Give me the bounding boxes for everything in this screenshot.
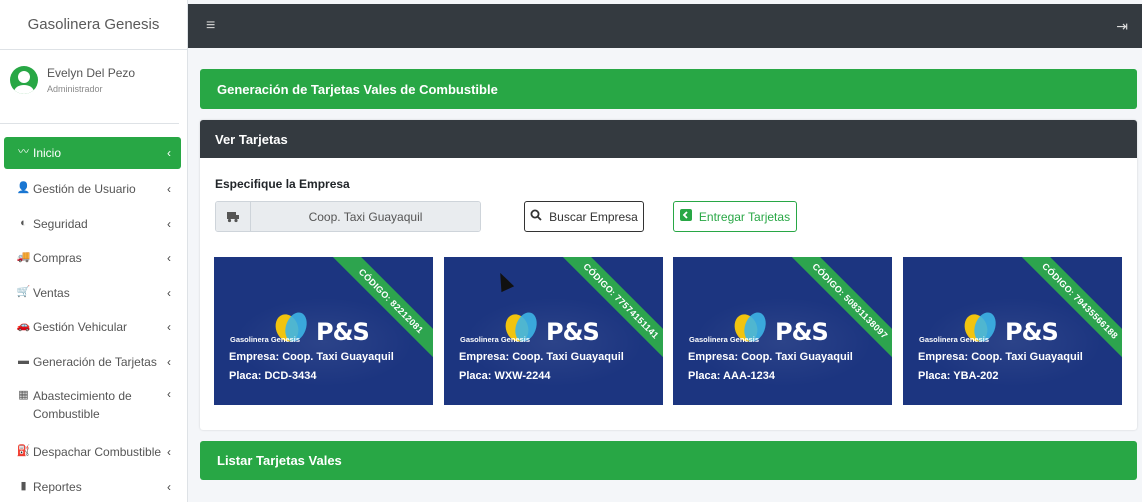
user-icon: 👤 (16, 182, 31, 195)
ver-tarjetas-header: Ver Tarjetas (200, 120, 1137, 158)
sidebar-item-label: Despachar Combustible (33, 445, 162, 460)
chevron-left-icon: ‹ (167, 445, 171, 460)
dumpster-icon: ▦ (18, 389, 29, 401)
fuel-card[interactable]: CÓDIGO: 79435566188 Gasolinera Genesis P… (903, 257, 1122, 405)
truck-icon: 🚚 (16, 251, 31, 264)
card-empresa: Empresa: Coop. Taxi Guayaquil (918, 351, 1083, 363)
chevron-left-icon: ‹ (167, 216, 171, 231)
sidebar-item-reportes[interactable]: ▮ Reportes ‹ (4, 470, 181, 502)
logo-ps: P&S (546, 318, 600, 346)
bus-icon (216, 202, 251, 231)
gas-pump-icon: ⛽ (16, 445, 31, 458)
logo-gasolinera: Gasolinera Genesis (919, 335, 990, 344)
card-list: CÓDIGO: 82212081 Gasolinera Genesis P&S … (214, 257, 1122, 405)
entregar-tarjetas-button[interactable]: Entregar Tarjetas (673, 201, 797, 232)
sidebar-item-label: Compras (33, 251, 82, 266)
chart-line-icon: 〰 (18, 146, 29, 158)
fuel-card[interactable]: CÓDIGO: 77574151141 Gasolinera Genesis P… (444, 257, 663, 405)
entregar-tarjetas-label: Entregar Tarjetas (698, 209, 791, 224)
brand-title[interactable]: Gasolinera Genesis (0, 0, 187, 50)
logo-gasolinera: Gasolinera Genesis (230, 335, 301, 344)
sidebar-item-label: Gestión Vehicular (33, 320, 128, 335)
card-placa: Placa: YBA-202 (918, 370, 999, 382)
sidebar-item-label: Seguridad (33, 216, 88, 231)
logo-ps: P&S (1005, 318, 1059, 346)
user-panel: Evelyn Del Pezo Administrador (0, 50, 179, 124)
card-placa: Placa: WXW-2244 (459, 370, 551, 382)
empresa-label: Especifique la Empresa (215, 177, 350, 191)
user-role: Administrador (47, 84, 103, 95)
user-avatar-icon (10, 66, 38, 94)
car-icon: 🚗 (16, 320, 31, 333)
card-placa: Placa: DCD-3434 (229, 370, 317, 382)
sidebar-item-label: Reportes (33, 479, 82, 494)
sidebar: Gasolinera Genesis Evelyn Del Pezo Admin… (0, 0, 188, 502)
ps-logo: Gasolinera Genesis P&S (228, 309, 388, 348)
chevron-left-icon: ‹ (167, 251, 171, 266)
credit-card-icon: ▬ (18, 354, 29, 367)
card-placa: Placa: AAA-1234 (688, 370, 776, 382)
cart-icon: 🛒 (16, 285, 31, 298)
sidebar-item-generacion-tarjetas[interactable]: ▬ Generación de Tarjetas ‹ (4, 345, 181, 380)
sidebar-item-compras[interactable]: 🚚 Compras ‹ (4, 241, 181, 276)
chevron-left-icon: ‹ (167, 354, 171, 369)
empresa-field[interactable] (251, 202, 480, 231)
sidebar-item-gestion-usuario[interactable]: 👤 Gestión de Usuario ‹ (4, 172, 181, 207)
sidebar-item-gestion-vehicular[interactable]: 🚗 Gestión Vehicular ‹ (4, 310, 181, 345)
sidebar-item-abastecimiento[interactable]: ▦ Abastecimiento de Combustible ‹ (4, 379, 181, 435)
hamburger-menu-icon[interactable]: ≡ (206, 17, 215, 35)
sidebar-item-label: Abastecimiento de Combustible (33, 389, 132, 421)
sidebar-item-label: Generación de Tarjetas (33, 354, 157, 369)
sidebar-item-label: Inicio (33, 146, 62, 160)
search-icon (530, 209, 542, 224)
chevron-left-icon: ‹ (167, 285, 171, 300)
ps-logo: Gasolinera Genesis P&S (458, 309, 618, 348)
card-empresa: Empresa: Coop. Taxi Guayaquil (688, 351, 853, 363)
chevron-left-icon: ‹ (167, 320, 171, 335)
sidebar-item-seguridad[interactable]: ◐ Seguridad ‹ (4, 207, 181, 242)
card-empresa: Empresa: Coop. Taxi Guayaquil (459, 351, 624, 363)
logout-icon[interactable]: ⇥ (1116, 18, 1128, 35)
ps-logo: Gasolinera Genesis P&S (687, 309, 847, 348)
fuel-card[interactable]: CÓDIGO: 82212081 Gasolinera Genesis P&S … (214, 257, 433, 405)
bar-chart-icon: ▮ (20, 479, 27, 492)
chevron-left-icon: ‹ (167, 479, 171, 494)
chevron-left-icon: ‹ (167, 387, 171, 401)
logo-gasolinera: Gasolinera Genesis (689, 335, 760, 344)
card-empresa: Empresa: Coop. Taxi Guayaquil (229, 351, 394, 363)
logo-ps: P&S (316, 318, 370, 346)
sidebar-item-despachar[interactable]: ⛽ Despachar Combustible ‹ (4, 435, 181, 470)
buscar-empresa-button[interactable]: Buscar Empresa (524, 201, 644, 232)
fuel-card[interactable]: CÓDIGO: 50831138097 Gasolinera Genesis P… (673, 257, 892, 405)
logo-gasolinera: Gasolinera Genesis (460, 335, 531, 344)
ps-logo: Gasolinera Genesis P&S (917, 309, 1077, 348)
buscar-empresa-label: Buscar Empresa (549, 209, 638, 224)
square-arrow-left-icon (679, 209, 692, 224)
user-name[interactable]: Evelyn Del Pezo (47, 66, 135, 80)
chevron-left-icon: ‹ (167, 182, 171, 197)
empresa-input-group (215, 201, 481, 232)
sidebar-item-ventas[interactable]: 🛒 Ventas ‹ (4, 276, 181, 311)
sidebar-item-label: Gestión de Usuario (33, 182, 136, 197)
shield-icon: ◐ (20, 216, 27, 229)
page-title: Generación de Tarjetas Vales de Combusti… (200, 69, 1137, 109)
sidebar-item-label: Ventas (33, 285, 70, 300)
sidebar-item-inicio[interactable]: 〰 Inicio ‹ (4, 137, 181, 169)
listar-tarjetas-header[interactable]: Listar Tarjetas Vales (200, 441, 1137, 480)
top-navbar: ≡ ⇥ (188, 4, 1142, 48)
logo-ps: P&S (775, 318, 829, 346)
ver-tarjetas-card: Ver Tarjetas Especifique la Empresa Busc… (200, 120, 1137, 430)
chevron-left-icon: ‹ (167, 146, 171, 160)
sidebar-nav: 〰 Inicio ‹ 👤 Gestión de Usuario ‹ ◐ Segurid… (0, 137, 187, 502)
